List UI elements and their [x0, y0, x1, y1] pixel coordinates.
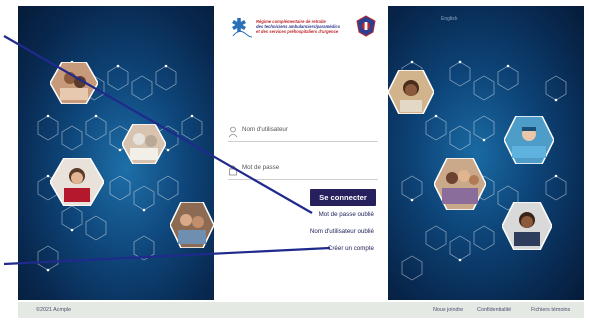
- right-background-panel: [388, 6, 584, 300]
- forgot-username-link[interactable]: Nom d'utilisateur oublié: [310, 228, 374, 235]
- password-field[interactable]: Mot de passe: [228, 158, 378, 180]
- organization-logo: Régime complémentaire de retraite des te…: [228, 12, 378, 46]
- login-page: Régime complémentaire de retraite des te…: [0, 0, 589, 320]
- create-account-link[interactable]: Créer un compte: [328, 245, 374, 252]
- lock-icon: [229, 165, 237, 176]
- people-photo: [50, 62, 98, 104]
- footer: ©2021 Acmple Nous joindre Confidentialit…: [18, 302, 584, 318]
- password-label: Mot de passe: [242, 164, 280, 171]
- forgot-password-link[interactable]: Mot de passe oublié: [319, 211, 374, 218]
- hex-network-graphic: [401, 60, 567, 281]
- badge-icon: [356, 15, 376, 37]
- footer-privacy-link[interactable]: Confidentialité: [477, 307, 511, 313]
- people-photo: [504, 116, 554, 164]
- copyright-text: ©2021 Acmple: [36, 307, 72, 313]
- people-photo: [170, 202, 214, 248]
- people-photo: [434, 158, 486, 210]
- login-card: Régime complémentaire de retraite des te…: [214, 6, 388, 300]
- people-photo: [502, 202, 552, 250]
- hex-network-graphic: [37, 60, 203, 272]
- user-icon: [228, 126, 238, 138]
- star-of-life-icon: [232, 18, 252, 38]
- language-toggle-link[interactable]: English: [441, 16, 457, 22]
- username-label: Nom d'utilisateur: [242, 126, 288, 133]
- people-photo: [122, 124, 166, 164]
- people-photo: [388, 70, 434, 114]
- login-button[interactable]: Se connecter: [310, 189, 376, 206]
- footer-cookies-link[interactable]: Fichiers témoins: [531, 307, 570, 313]
- people-photo: [50, 158, 104, 206]
- left-background-panel: [18, 6, 214, 300]
- username-field[interactable]: Nom d'utilisateur: [228, 120, 378, 142]
- organization-name-line: et des services préhospitaliers d'urgenc…: [256, 29, 339, 34]
- footer-contact-link[interactable]: Nous joindre: [433, 307, 463, 313]
